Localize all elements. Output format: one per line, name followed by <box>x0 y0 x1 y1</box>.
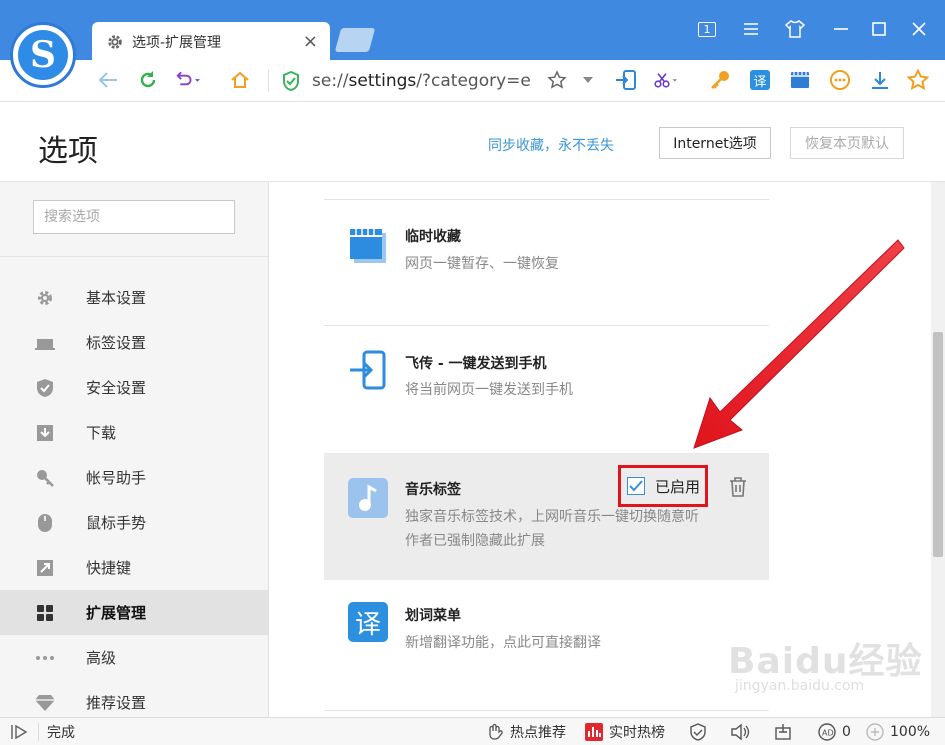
extension-name: 临时收藏 <box>405 229 461 245</box>
star-icon[interactable] <box>906 68 930 92</box>
scissors-icon[interactable] <box>654 68 678 92</box>
clip-icon <box>350 229 386 263</box>
shield-icon <box>35 378 55 398</box>
gear-icon <box>108 35 122 49</box>
extension-desc: 新增翻译功能，点此可直接翻译 <box>405 635 601 651</box>
sidebar-item-extensions[interactable]: 扩展管理 <box>0 590 269 635</box>
address-bar[interactable]: se://settings/?category=e <box>282 68 572 94</box>
close-icon[interactable]: × <box>303 31 318 52</box>
watermark-url: jingyan.baidu.com <box>735 678 865 694</box>
download-icon[interactable] <box>868 68 892 92</box>
home-icon[interactable] <box>228 68 252 92</box>
divider <box>0 256 269 257</box>
tab-title: 选项-扩展管理 <box>132 35 222 51</box>
page-title: 选项 <box>38 134 98 169</box>
extension-name: 音乐标签 <box>405 482 461 498</box>
hand-icon <box>489 723 503 740</box>
sidebar-item-shortcut[interactable]: 快捷键 <box>0 545 269 590</box>
gear-icon <box>35 288 55 308</box>
zoom-control[interactable]: 100% <box>866 723 930 741</box>
sidebar-item-basic[interactable]: 基本设置 <box>0 275 269 320</box>
sidebar-item-account[interactable]: 帐号助手 <box>0 455 269 500</box>
tab-icon <box>35 333 55 353</box>
extension-name: 划词菜单 <box>405 608 461 624</box>
browser-logo[interactable]: S <box>10 22 76 88</box>
download-icon <box>35 423 55 443</box>
new-tab-button[interactable] <box>334 28 376 52</box>
music-note-icon <box>348 478 388 518</box>
minimize-button[interactable] <box>830 18 852 40</box>
extensions-icon <box>35 603 55 623</box>
check-icon <box>627 477 645 495</box>
skin-icon[interactable] <box>784 18 806 40</box>
extension-desc: 网页一键暂存、一键恢复 <box>405 256 559 272</box>
extension-card-send-to-phone: 飞传 - 一键发送到手机 将当前网页一键发送到手机 <box>324 325 769 453</box>
maximize-button[interactable] <box>868 18 890 40</box>
undo-icon[interactable] <box>176 68 200 92</box>
hot-recommend[interactable]: 热点推荐 <box>486 723 566 741</box>
translate-icon: 译 <box>348 602 388 642</box>
sidebar-item-advanced[interactable]: 高级 <box>0 635 269 680</box>
chart-icon <box>585 723 603 741</box>
sync-link[interactable]: 同步收藏，永不丢失 <box>488 135 614 155</box>
options-header: 选项 同步收藏，永不丢失 Internet选项 恢复本页默认 <box>0 102 945 182</box>
close-window-button[interactable] <box>908 18 930 40</box>
send-to-phone-icon[interactable] <box>614 68 638 92</box>
enabled-checkbox[interactable]: 已启用 <box>618 465 708 507</box>
clip-icon[interactable] <box>788 68 812 92</box>
diamond-icon <box>35 693 55 713</box>
key-icon <box>35 468 55 488</box>
watermark: Baidu经验 <box>728 641 923 682</box>
refresh-icon[interactable] <box>136 68 160 92</box>
favorite-star-icon[interactable] <box>545 68 569 92</box>
sidebar-toggle-icon[interactable] <box>10 723 34 741</box>
tab-settings[interactable]: 选项-扩展管理 × <box>92 22 330 62</box>
more-icon <box>35 648 55 668</box>
menu-icon[interactable] <box>740 18 762 40</box>
shortcut-icon <box>35 558 55 578</box>
zoom-icon <box>866 723 884 741</box>
scrollbar[interactable] <box>931 182 945 717</box>
title-bar: 选项-扩展管理 × 1 <box>0 0 945 62</box>
restore-default-button[interactable]: 恢复本页默认 <box>790 127 904 159</box>
enabled-label: 已启用 <box>655 477 701 496</box>
ad-block[interactable]: AD 0 <box>818 723 851 741</box>
url-text: se://settings/?category=e <box>312 71 531 91</box>
extension-card-temp-favorites: 临时收藏 网页一键暂存、一键恢复 <box>324 199 769 325</box>
page-count-button[interactable]: 1 <box>696 18 718 40</box>
extension-note: 作者已强制隐藏此扩展 <box>405 533 545 549</box>
sidebar-item-security[interactable]: 安全设置 <box>0 365 269 410</box>
realtime-hot[interactable]: 实时热榜 <box>585 723 665 741</box>
more-dots-icon[interactable] <box>828 68 852 92</box>
screenshot-icon[interactable] <box>774 723 798 741</box>
navigation-toolbar: se://settings/?category=e 译 <box>0 60 945 102</box>
trash-icon[interactable] <box>729 477 747 497</box>
extension-card-word-menu: 译 划词菜单 新增翻译功能，点此可直接翻译 <box>324 580 769 710</box>
svg-text:AD: AD <box>822 729 834 738</box>
back-icon[interactable] <box>96 68 120 92</box>
status-bar: 完成 热点推荐 实时热榜 AD 0 100% <box>0 717 945 745</box>
extension-desc: 独家音乐标签技术，上网听音乐一键切换随意听 <box>405 509 699 525</box>
chevron-down-icon[interactable] <box>576 68 600 92</box>
extension-desc: 将当前网页一键发送到手机 <box>405 382 573 398</box>
sidebar-item-download[interactable]: 下载 <box>0 410 269 455</box>
divider <box>324 710 769 717</box>
extension-card-music-tag: 音乐标签 已启用 独家音乐标签技术，上网听音乐一键切换随意听 作者已强制隐藏此扩… <box>324 453 769 580</box>
scrollbar-thumb[interactable] <box>933 332 943 557</box>
send-to-phone-icon <box>350 350 386 390</box>
status-text: 完成 <box>38 723 75 741</box>
mouse-icon <box>35 513 55 533</box>
sidebar: 基本设置 标签设置 安全设置 下载 帐号助手 鼠标手势 快捷键 扩展管理 高级 … <box>0 182 269 717</box>
internet-options-button[interactable]: Internet选项 <box>659 127 771 159</box>
extension-name: 飞传 - 一键发送到手机 <box>405 356 547 372</box>
sidebar-item-tabs[interactable]: 标签设置 <box>0 320 269 365</box>
key-icon[interactable] <box>708 68 732 92</box>
translate-icon[interactable]: 译 <box>748 68 772 92</box>
secure-shield-icon <box>283 71 299 91</box>
shield-icon[interactable] <box>690 723 712 741</box>
search-input[interactable] <box>33 200 235 234</box>
sidebar-item-gesture[interactable]: 鼠标手势 <box>0 500 269 545</box>
volume-icon[interactable] <box>730 723 756 741</box>
ad-block-icon: AD <box>818 723 836 741</box>
